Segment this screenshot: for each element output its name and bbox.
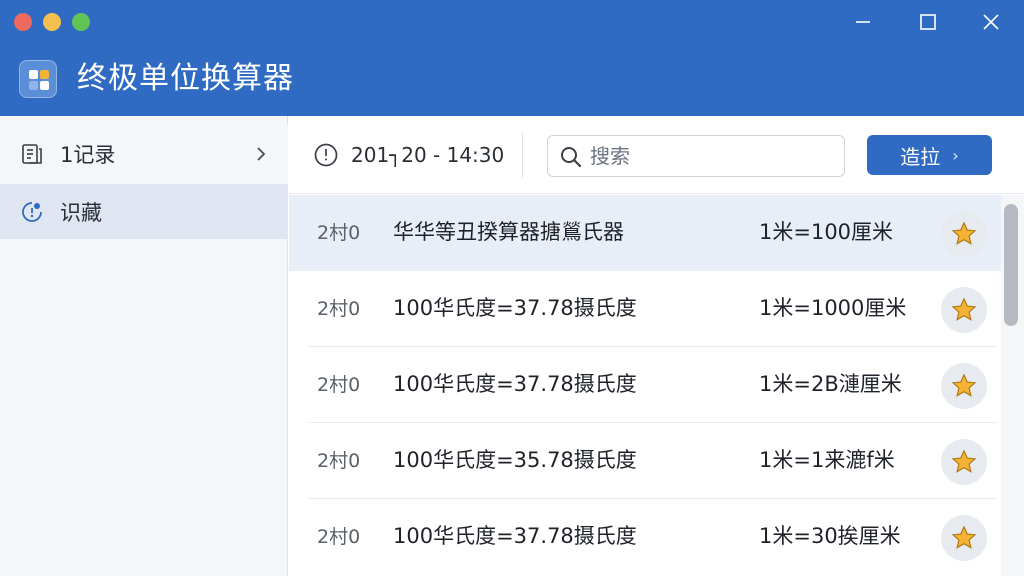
favorite-star-button[interactable] [941,287,987,333]
row-time: 2村0 [317,298,361,320]
app-window: 终极单位换算器 1记录 识藏 201┐20 - 14:30 搜索 造拉 › 2村… [0,0,1024,576]
search-box[interactable] [547,135,845,177]
star-icon [951,449,977,473]
maximize-button[interactable] [908,8,948,36]
row-time: 2村0 [317,222,361,244]
list-item[interactable]: 2村0 100华氏度=37.78摄氏度 1米=1000厘米 [289,271,1001,347]
favorite-star-button[interactable] [941,439,987,485]
zoom-traffic-light[interactable] [72,13,90,31]
minimize-button[interactable] [843,8,883,36]
sidebar-item-label: 1记录 [60,143,116,167]
chevron-right-icon [252,145,270,163]
row-result: 1米=2B漣厘米 [759,372,902,396]
title-bar: 终极单位换算器 [0,0,1024,116]
sidebar-item-label: 识藏 [60,200,102,225]
row-expression: 100华氏度=37.78摄氏度 [393,372,637,396]
close-icon [983,14,999,30]
row-result: 1米=30挨厘米 [759,524,901,548]
sidebar: 1记录 识藏 [0,116,288,576]
list-item[interactable]: 2村0 100华氏度=37.78摄氏度 1米=30挨厘米 [289,499,1001,575]
minimize-icon [856,21,870,23]
chevron-right-icon: › [952,145,959,165]
app-logo-icon [19,60,57,98]
favorite-star-button[interactable] [941,363,987,409]
add-button[interactable]: 造拉 › [867,135,992,175]
app-title: 终极单位换算器 [77,61,294,96]
toolbar-divider [522,132,523,178]
row-expression: 100华氏度=37.78摄氏度 [393,296,637,320]
row-time: 2村0 [317,450,361,472]
row-result: 1米=1000厘米 [759,296,907,320]
row-time: 2村0 [317,374,361,396]
row-expression: 100华氏度=37.78摄氏度 [393,524,637,548]
favorite-icon [20,200,44,224]
toolbar: 201┐20 - 14:30 造拉 › [289,116,1024,194]
row-result: 1米=1来漉f米 [759,448,895,472]
list-item[interactable]: 2村0 100华氏度=37.78摄氏度 1米=2B漣厘米 [289,347,1001,423]
star-icon [951,373,977,397]
star-icon [951,525,977,549]
minimize-traffic-light[interactable] [43,13,61,31]
history-icon [20,142,44,166]
list-item[interactable]: 2村0 100华氏度=35.78摄氏度 1米=1来漉f米 [289,423,1001,499]
favorite-star-button[interactable] [941,515,987,561]
sidebar-item-history[interactable]: 1记录 [0,124,288,184]
datetime-label: 201┐20 - 14:30 [351,143,505,167]
row-expression: 100华氏度=35.78摄氏度 [393,448,637,472]
row-result: 1米=100厘米 [759,220,894,244]
row-time: 2村0 [317,526,361,548]
list-item[interactable]: 2村0 华华等丑揆算器搪鶑氏器 1米=100厘米 [289,195,1001,271]
add-button-label: 造拉 [900,144,941,169]
star-icon [951,221,977,245]
star-icon [951,297,977,321]
row-expression: 华华等丑揆算器搪鶑氏器 [393,220,624,244]
favorite-star-button[interactable] [941,211,987,257]
clock-icon [314,143,338,167]
maximize-icon [920,14,936,30]
scrollbar-thumb[interactable] [1004,204,1018,326]
close-button[interactable] [971,8,1011,36]
history-list: 2村0 华华等丑揆算器搪鶑氏器 1米=100厘米 2村0 100华氏度=37.7… [289,195,1001,576]
close-traffic-light[interactable] [14,13,32,31]
search-icon [561,147,582,168]
sidebar-item-favorites[interactable]: 识藏 [0,184,288,239]
search-input[interactable] [590,142,830,170]
